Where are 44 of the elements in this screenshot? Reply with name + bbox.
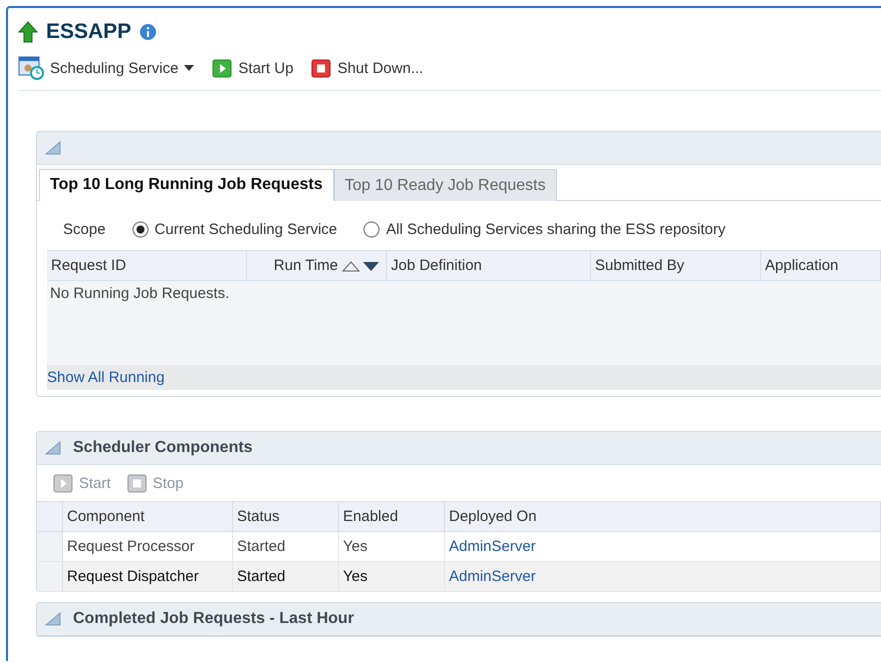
play-icon — [53, 473, 73, 493]
scheduling-service-menu[interactable]: Scheduling Service — [18, 56, 194, 80]
info-icon[interactable] — [139, 23, 158, 41]
show-all-running-link[interactable]: Show All Running — [47, 369, 165, 386]
shut-down-button[interactable]: Shut Down... — [311, 58, 424, 78]
column-header[interactable]: Enabled — [339, 501, 445, 532]
scope-radio[interactable]: Current Scheduling Service — [132, 221, 338, 238]
sort-icon[interactable] — [342, 260, 382, 272]
server-link[interactable]: AdminServer — [449, 568, 536, 585]
table-cell: Yes — [339, 562, 445, 592]
server-link[interactable]: AdminServer — [449, 538, 536, 555]
up-arrow-icon — [18, 21, 38, 43]
stop-icon — [311, 58, 332, 78]
panel-title: Completed Job Requests - Last Hour — [73, 610, 354, 628]
stop-icon — [126, 473, 147, 493]
row-header[interactable] — [37, 532, 63, 562]
column-header[interactable]: Run Time — [247, 250, 387, 281]
row-header[interactable] — [37, 562, 63, 592]
column-header[interactable]: Application — [761, 250, 881, 281]
column-header[interactable]: Component — [63, 501, 233, 532]
tab[interactable]: Top 10 Ready Job Requests — [334, 169, 557, 201]
collapse-icon[interactable] — [45, 441, 61, 455]
collapse-icon[interactable] — [45, 612, 61, 626]
column-header[interactable]: Status — [233, 501, 339, 532]
calendar-clock-icon — [18, 56, 44, 80]
scope-label: Scope — [63, 221, 106, 238]
column-header[interactable]: Request ID — [47, 250, 247, 281]
column-header[interactable]: Deployed On — [445, 501, 881, 532]
table-cell: Request Dispatcher — [63, 562, 233, 592]
table-cell: Request Processor — [63, 532, 233, 562]
play-icon — [212, 58, 232, 78]
table-cell: Started — [233, 532, 339, 562]
tab[interactable]: Top 10 Long Running Job Requests — [39, 169, 334, 201]
panel-title: Scheduler Components — [73, 439, 253, 457]
column-header[interactable]: Submitted By — [591, 250, 761, 281]
empty-message: No Running Job Requests. — [47, 281, 881, 365]
collapse-icon[interactable] — [45, 141, 61, 155]
column-header[interactable]: Job Definition — [387, 250, 591, 281]
caret-icon — [184, 65, 194, 71]
start-up-button[interactable]: Start Up — [212, 58, 294, 78]
table-cell: Started — [233, 562, 339, 592]
scope-radio[interactable]: All Scheduling Services sharing the ESS repository — [363, 221, 726, 238]
table-cell: Yes — [339, 532, 445, 562]
page-title: ESSAPP — [46, 20, 132, 44]
